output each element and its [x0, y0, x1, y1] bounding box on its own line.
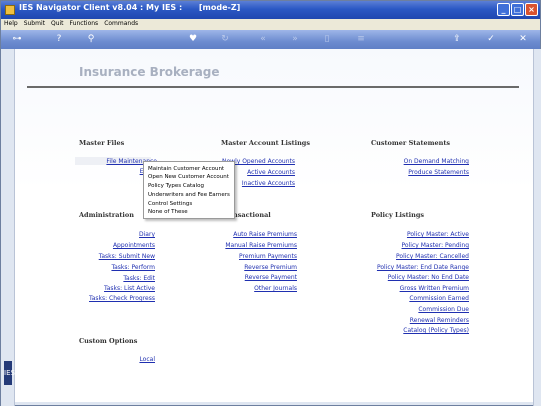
heading-policy-listings: Policy Listings — [371, 211, 425, 219]
main-content: Insurance Brokerage Master Files File Ma… — [15, 49, 533, 402]
popup-item-maintain-customer-account[interactable]: Maintain Customer Account — [148, 166, 224, 172]
minimize-button[interactable]: _ — [497, 3, 510, 16]
popup-item-open-new-customer-account[interactable]: Open New Customer Account — [148, 174, 229, 180]
link-auto-raise-premiums[interactable]: Auto Raise Premiums — [233, 231, 297, 238]
title-divider — [27, 86, 519, 88]
link-policy-master-active[interactable]: Policy Master: Active — [407, 231, 469, 238]
heart-icon[interactable]: ♥ — [187, 33, 199, 45]
left-sidebar — [1, 49, 15, 406]
link-on-demand-matching[interactable]: On Demand Matching — [404, 158, 469, 165]
link-policy-master-pending[interactable]: Policy Master: Pending — [402, 242, 469, 249]
link-premium-payments[interactable]: Premium Payments — [239, 253, 297, 260]
upload-icon[interactable]: ⇪ — [451, 33, 463, 45]
link-other-journals[interactable]: Other Journals — [254, 285, 297, 292]
link-gross-written-premium[interactable]: Gross Written Premium — [400, 285, 469, 292]
page-title: Insurance Brokerage — [79, 65, 220, 79]
cancel-icon[interactable]: ✕ — [517, 33, 529, 45]
link-diary[interactable]: Diary — [139, 231, 155, 238]
link-local[interactable]: Local — [139, 356, 155, 363]
link-active-accounts[interactable]: Active Accounts — [247, 169, 295, 176]
popup-item-underwriters-fee-earners[interactable]: Underwriters and Fee Earners — [148, 192, 230, 198]
link-produce-statements[interactable]: Produce Statements — [408, 169, 469, 176]
app-icon — [5, 5, 15, 15]
link-policy-master-end-date-range[interactable]: Policy Master: End Date Range — [377, 264, 469, 271]
title-bar: IES Navigator Client v8.04 : My IES : [m… — [1, 1, 540, 19]
menu-functions[interactable]: Functions — [67, 19, 102, 27]
right-sidebar — [533, 49, 541, 406]
link-policy-master-cancelled[interactable]: Policy Master: Cancelled — [396, 253, 469, 260]
heading-customer-statements: Customer Statements — [371, 139, 451, 147]
list-icon[interactable]: ≡ — [355, 33, 367, 45]
heading-transactional: nsactional — [233, 211, 271, 219]
window-title: IES Navigator Client v8.04 : My IES : [m… — [19, 3, 241, 12]
link-inactive-accounts[interactable]: Inactive Accounts — [242, 180, 295, 187]
help-icon[interactable]: ? — [53, 33, 65, 45]
key-icon[interactable]: ⊶ — [7, 33, 27, 45]
popup-item-control-settings[interactable]: Control Settings — [148, 201, 192, 207]
link-policy-master-no-end-date[interactable]: Policy Master: No End Date — [388, 274, 469, 281]
heading-master-files: Master Files — [79, 139, 125, 147]
menu-help[interactable]: Help — [1, 19, 21, 27]
heading-administration: Administration — [79, 211, 134, 219]
link-renewal-reminders[interactable]: Renewal Reminders — [410, 317, 469, 324]
popup-item-none-of-these[interactable]: None of These — [148, 209, 188, 215]
link-catalog-policy-types[interactable]: Catalog (Policy Types) — [403, 327, 469, 334]
file-maintenance-popup-menu: Maintain Customer Account Open New Custo… — [143, 161, 235, 219]
ies-badge: IES — [4, 361, 15, 385]
menu-commands[interactable]: Commands — [101, 19, 141, 27]
link-tasks-edit[interactable]: Tasks: Edit — [123, 275, 155, 282]
toolbar: ⊶ ? ⚲ ♥ ↻ « » ▯ ≡ ⇪ ✓ ✕ — [1, 30, 540, 49]
popup-item-policy-types-catalog[interactable]: Policy Types Catalog — [148, 183, 204, 189]
link-tasks-perform[interactable]: Tasks: Perform — [111, 264, 155, 271]
heading-master-account-listings: Master Account Listings — [221, 139, 311, 147]
refresh-icon[interactable]: ↻ — [219, 33, 231, 45]
app-window: IES Navigator Client v8.04 : My IES : [m… — [0, 0, 541, 406]
link-appointments[interactable]: Appointments — [113, 242, 155, 249]
back-icon[interactable]: « — [257, 33, 269, 45]
search-icon[interactable]: ⚲ — [85, 33, 97, 45]
link-tasks-check-progress[interactable]: Tasks: Check Progress — [89, 295, 155, 302]
menu-submit[interactable]: Submit — [21, 19, 48, 27]
link-reverse-premium[interactable]: Reverse Premium — [244, 264, 297, 271]
menu-bar: Help Submit Quit Functions Commands — [1, 19, 540, 30]
maximize-button[interactable]: □ — [511, 3, 524, 16]
close-button[interactable]: × — [525, 3, 538, 16]
link-commission-earned[interactable]: Commission Earned — [409, 295, 469, 302]
link-reverse-payment[interactable]: Reverse Payment — [245, 274, 297, 281]
link-manual-raise-premiums[interactable]: Manual Raise Premiums — [225, 242, 297, 249]
document-icon[interactable]: ▯ — [321, 33, 333, 45]
link-commission-due[interactable]: Commission Due — [418, 306, 469, 313]
link-tasks-submit-new[interactable]: Tasks: Submit New — [99, 253, 155, 260]
forward-icon[interactable]: » — [289, 33, 301, 45]
check-icon[interactable]: ✓ — [485, 33, 497, 45]
link-tasks-list-active[interactable]: Tasks: List Active — [104, 285, 155, 292]
heading-custom-options: Custom Options — [79, 337, 138, 345]
menu-quit[interactable]: Quit — [48, 19, 67, 27]
